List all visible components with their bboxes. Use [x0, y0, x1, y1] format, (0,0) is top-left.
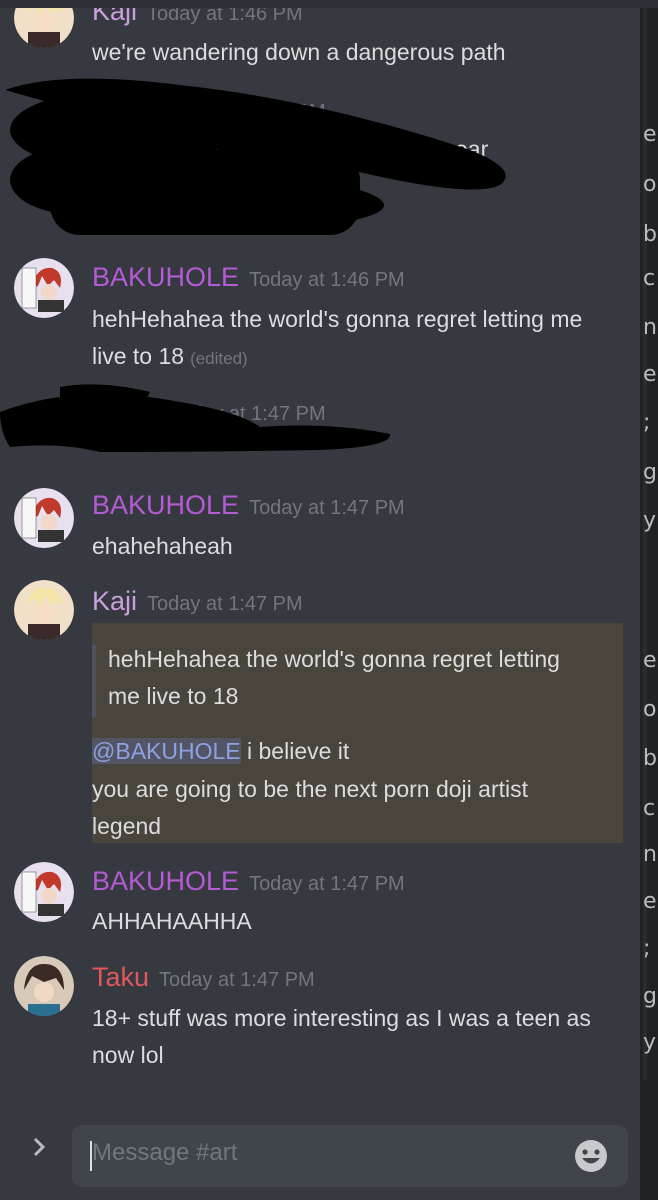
author-name[interactable]: BAKUHOLE Today at 1:46 PM — [92, 262, 405, 293]
user-mention[interactable]: @BAKUHOLE — [92, 738, 241, 764]
edited-tag: (edited) — [190, 349, 248, 368]
side-letter: n — [643, 842, 657, 867]
redaction-scribble — [0, 384, 391, 452]
quote-bar — [92, 645, 96, 717]
avatar[interactable] — [14, 258, 74, 318]
message-input[interactable]: Message #art — [72, 1125, 628, 1187]
message-text: 18+ stuff was more interesting as I was … — [92, 1005, 591, 1031]
timestamp: Today at 1:47 PM — [159, 969, 315, 991]
author-name[interactable]: BAKUHOLE Today at 1:47 PM — [92, 490, 405, 521]
side-letter: b — [643, 746, 657, 771]
side-letter: e — [643, 648, 657, 673]
side-panel-edge: e o b c n e; g y e o b c n e; g y — [643, 0, 658, 1200]
message-text: hehHehahea the world's gonna regret lett… — [92, 306, 583, 332]
message-text-line2: you are going to be the next porn doji a… — [92, 776, 529, 802]
avatar[interactable] — [14, 580, 74, 640]
side-letter: e — [643, 889, 657, 914]
message-text: ehahehaheah — [92, 533, 233, 559]
timestamp: Today at 1:47 PM — [249, 497, 405, 519]
author-name[interactable]: Taku Today at 1:47 PM — [92, 962, 315, 993]
side-letter: y — [643, 508, 657, 533]
timestamp: Today at 1:47 PM — [249, 873, 405, 895]
side-letter: y — [643, 1030, 657, 1055]
message-text-line2: now lol — [92, 1042, 164, 1068]
avatar[interactable] — [14, 956, 74, 1016]
message-text-line3: legend — [92, 813, 162, 839]
redaction-scribble — [5, 78, 506, 235]
avatar[interactable] — [14, 862, 74, 922]
side-letter: c — [643, 266, 656, 291]
side-letter: c — [643, 796, 656, 821]
message-text: AHHAHAAHHA — [92, 908, 252, 934]
quote-text: hehHehahea the world's gonna regret lett… — [108, 646, 560, 709]
author-name[interactable]: Kaji Today at 1:47 PM — [92, 586, 303, 617]
message-placeholder: Message #art — [92, 1139, 238, 1166]
message-text: we're wandering down a dangerous path — [92, 39, 506, 65]
side-letter: g — [643, 460, 657, 485]
author-name[interactable]: BAKUHOLE Today at 1:47 PM — [92, 866, 405, 897]
avatar[interactable] — [14, 488, 74, 548]
side-letter: o — [643, 172, 657, 197]
side-letter: e — [643, 122, 657, 147]
timestamp: Today at 1:47 PM — [147, 593, 303, 615]
message-composer: Message #art — [0, 1120, 640, 1200]
timestamp: Today at 1:46 PM — [249, 269, 405, 291]
side-letter: ; — [643, 936, 651, 961]
chat-area: Kaji Today at 1:46 PM we're wandering dow… — [0, 0, 640, 1200]
side-letter: o — [643, 697, 657, 722]
side-letter: e — [643, 362, 657, 387]
side-letter: b — [643, 222, 657, 247]
emoji-smiley-icon[interactable] — [574, 1139, 608, 1173]
message-text: @BAKUHOLE i believe it — [92, 738, 350, 764]
side-letter: ; — [643, 410, 651, 435]
side-letter: g — [643, 984, 657, 1009]
top-edge — [0, 0, 658, 8]
chevron-right-icon[interactable] — [32, 1136, 46, 1164]
side-letter: n — [643, 315, 657, 340]
